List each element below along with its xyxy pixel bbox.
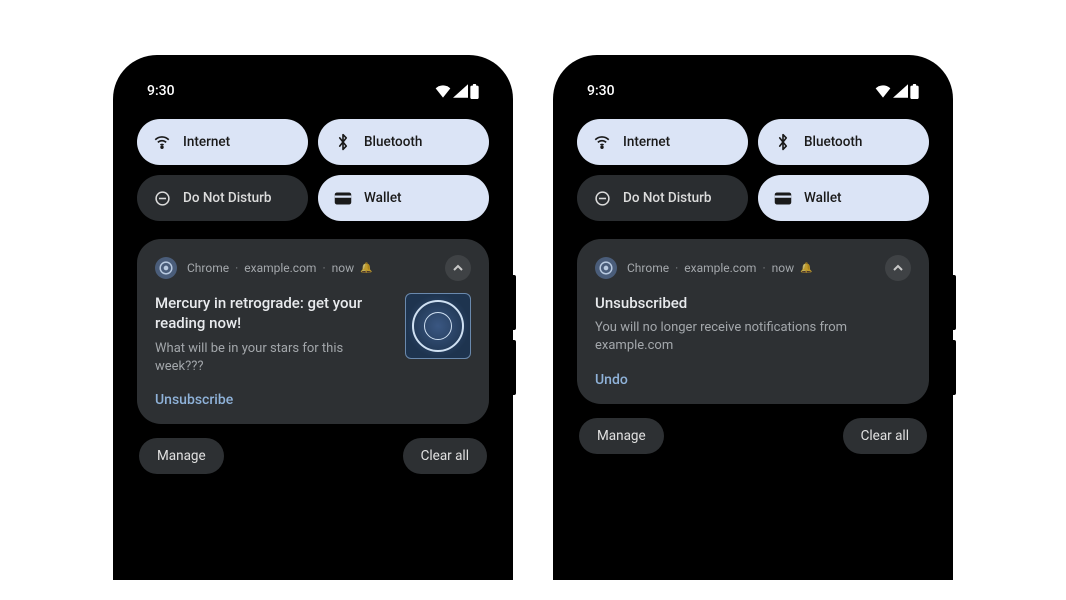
qs-label: Wallet bbox=[364, 190, 402, 206]
notif-site: example.com bbox=[244, 261, 316, 275]
undo-button[interactable]: Undo bbox=[595, 372, 628, 388]
wifi-icon bbox=[593, 133, 611, 151]
status-time: 9:30 bbox=[587, 83, 615, 99]
notification-subtitle: You will no longer receive notifications… bbox=[595, 319, 911, 355]
quick-settings: Internet Bluetooth Do Not Disturb Wallet bbox=[565, 113, 941, 235]
dnd-icon bbox=[153, 189, 171, 207]
notification-title: Unsubscribed bbox=[595, 293, 911, 313]
signal-icon bbox=[893, 84, 908, 98]
collapse-button[interactable] bbox=[885, 255, 911, 281]
status-bar: 9:30 bbox=[125, 65, 501, 113]
phone-mockup-left: 9:30 Internet Bluetooth Do Not Disturb bbox=[113, 55, 513, 580]
qs-label: Internet bbox=[183, 134, 230, 150]
status-icons bbox=[435, 84, 479, 99]
notification-thumbnail bbox=[405, 293, 471, 359]
chevron-up-icon bbox=[892, 262, 904, 274]
manage-button[interactable]: Manage bbox=[579, 418, 664, 454]
bell-icon: 🔔 bbox=[800, 263, 812, 274]
qs-label: Bluetooth bbox=[364, 134, 422, 150]
notification-card[interactable]: Chrome · example.com · now 🔔 Unsubscribe… bbox=[577, 239, 929, 404]
qs-tile-wallet[interactable]: Wallet bbox=[318, 175, 489, 221]
manage-button[interactable]: Manage bbox=[139, 438, 224, 474]
clear-all-button[interactable]: Clear all bbox=[843, 418, 927, 454]
wallet-icon bbox=[334, 189, 352, 207]
notification-card[interactable]: Chrome · example.com · now 🔔 Mercury in … bbox=[137, 239, 489, 424]
status-bar: 9:30 bbox=[565, 65, 941, 113]
phone-mockup-right: 9:30 Internet Bluetooth Do Not Disturb bbox=[553, 55, 953, 580]
bluetooth-icon bbox=[774, 133, 792, 151]
notification-header: Chrome · example.com · now 🔔 bbox=[595, 255, 911, 281]
qs-tile-internet[interactable]: Internet bbox=[577, 119, 748, 165]
wifi-icon bbox=[153, 133, 171, 151]
notif-time: now bbox=[332, 261, 355, 275]
qs-label: Wallet bbox=[804, 190, 842, 206]
notification-title: Mercury in retrograde: get your reading … bbox=[155, 293, 393, 334]
notification-source: Chrome · example.com · now 🔔 bbox=[187, 261, 435, 275]
qs-tile-wallet[interactable]: Wallet bbox=[758, 175, 929, 221]
battery-icon bbox=[470, 84, 479, 99]
notification-header: Chrome · example.com · now 🔔 bbox=[155, 255, 471, 281]
chrome-icon bbox=[595, 257, 617, 279]
notif-site: example.com bbox=[684, 261, 756, 275]
chevron-up-icon bbox=[452, 262, 464, 274]
clear-all-button[interactable]: Clear all bbox=[403, 438, 487, 474]
wallet-icon bbox=[774, 189, 792, 207]
qs-tile-dnd[interactable]: Do Not Disturb bbox=[137, 175, 308, 221]
qs-tile-bluetooth[interactable]: Bluetooth bbox=[758, 119, 929, 165]
notification-source: Chrome · example.com · now 🔔 bbox=[627, 261, 875, 275]
wifi-icon bbox=[435, 84, 451, 98]
qs-tile-internet[interactable]: Internet bbox=[137, 119, 308, 165]
battery-icon bbox=[910, 84, 919, 99]
qs-tile-dnd[interactable]: Do Not Disturb bbox=[577, 175, 748, 221]
notification-shade-footer: Manage Clear all bbox=[125, 424, 501, 474]
bell-icon: 🔔 bbox=[360, 263, 372, 274]
wifi-icon bbox=[875, 84, 891, 98]
notification-shade-footer: Manage Clear all bbox=[565, 404, 941, 454]
qs-label: Bluetooth bbox=[804, 134, 862, 150]
notif-time: now bbox=[772, 261, 795, 275]
notif-app-name: Chrome bbox=[187, 261, 229, 275]
qs-tile-bluetooth[interactable]: Bluetooth bbox=[318, 119, 489, 165]
qs-label: Internet bbox=[623, 134, 670, 150]
qs-label: Do Not Disturb bbox=[623, 190, 711, 206]
status-icons bbox=[875, 84, 919, 99]
notification-subtitle: What will be in your stars for this week… bbox=[155, 340, 393, 376]
bluetooth-icon bbox=[334, 133, 352, 151]
quick-settings: Internet Bluetooth Do Not Disturb Wallet bbox=[125, 113, 501, 235]
status-time: 9:30 bbox=[147, 83, 175, 99]
notif-app-name: Chrome bbox=[627, 261, 669, 275]
chrome-icon bbox=[155, 257, 177, 279]
collapse-button[interactable] bbox=[445, 255, 471, 281]
dnd-icon bbox=[593, 189, 611, 207]
signal-icon bbox=[453, 84, 468, 98]
qs-label: Do Not Disturb bbox=[183, 190, 271, 206]
unsubscribe-button[interactable]: Unsubscribe bbox=[155, 392, 233, 408]
